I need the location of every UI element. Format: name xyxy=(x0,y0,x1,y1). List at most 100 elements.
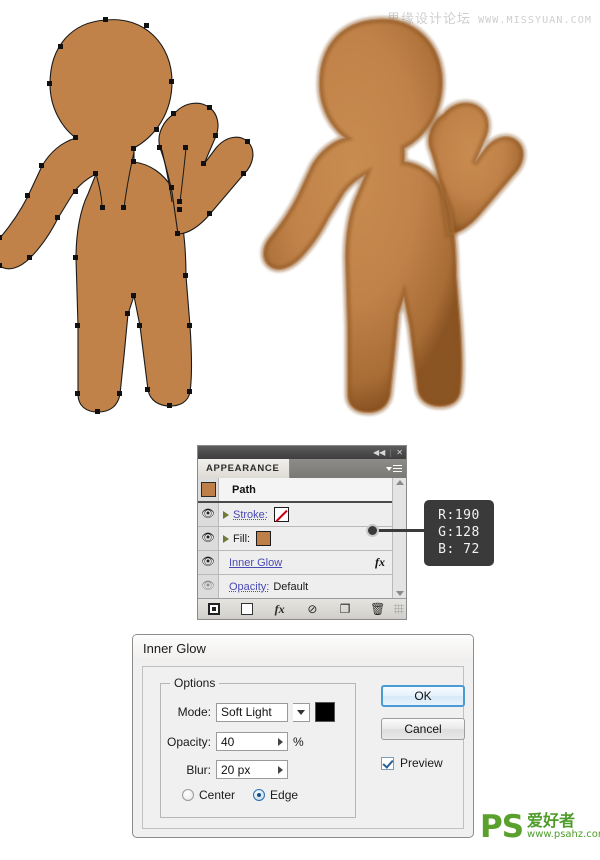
appearance-row-path[interactable]: Path xyxy=(198,478,392,503)
stroke-disclosure-triangle-icon[interactable] xyxy=(223,510,229,519)
titlebar-divider xyxy=(390,448,392,457)
fx-icon: fx xyxy=(274,601,285,616)
ok-button-label: OK xyxy=(414,689,432,703)
mode-selected-value: Soft Light xyxy=(221,705,272,719)
stroke-label[interactable]: Stroke: xyxy=(233,509,268,521)
panel-tab-row: APPEARANCE xyxy=(198,459,406,478)
panel-titlebar: ◀◀ ✕ xyxy=(198,446,406,459)
stroke-none-swatch[interactable] xyxy=(273,507,289,522)
appearance-row-stroke[interactable]: 👁 Stroke: xyxy=(198,503,392,527)
mode-label: Mode: xyxy=(177,705,211,719)
duplicate-selected-item-button[interactable]: ❐ xyxy=(329,599,362,619)
fill-color-swatch[interactable] xyxy=(256,531,272,546)
inner-glow-visibility-toggle[interactable]: 👁 xyxy=(198,551,219,574)
no-symbol-icon: ⊘ xyxy=(307,602,318,616)
dialog-title: Inner Glow xyxy=(143,640,206,656)
opacity-value: Default xyxy=(273,580,309,593)
cancel-button-label: Cancel xyxy=(404,722,442,736)
opacity-label: Opacity: xyxy=(167,734,212,749)
inner-glow-label[interactable]: Inner Glow xyxy=(223,557,282,569)
panel-body: Path 👁 Stroke: 👁 Fill: 👁 Inner Glow fx 👁… xyxy=(198,478,406,598)
callout-connector-line xyxy=(373,529,427,532)
close-icon[interactable]: ✕ xyxy=(396,448,403,457)
appearance-row-inner-glow[interactable]: 👁 Inner Glow fx xyxy=(198,551,392,575)
appearance-row-fill[interactable]: 👁 Fill: xyxy=(198,527,392,551)
panel-menu-icon[interactable] xyxy=(386,464,402,473)
illustration-area xyxy=(0,0,600,440)
blur-label: Blur: xyxy=(186,762,211,777)
opacity-label[interactable]: Opacity: xyxy=(223,581,269,593)
clear-appearance-button[interactable] xyxy=(231,599,264,619)
mode-select[interactable]: Soft Light xyxy=(216,702,288,722)
collapse-icon[interactable]: ◀◀ xyxy=(373,448,385,457)
fx-icon[interactable]: fx xyxy=(375,555,385,570)
eye-icon: 👁 xyxy=(201,508,215,520)
mode-dropdown-button[interactable] xyxy=(293,702,310,722)
inner-glow-row-content: Inner Glow fx xyxy=(219,555,392,570)
path-thumbnail xyxy=(198,478,219,501)
fill-disclosure-triangle-icon[interactable] xyxy=(223,534,229,543)
eye-icon: 👁 xyxy=(201,580,215,592)
trash-icon: 🗑 xyxy=(370,602,386,616)
opacity-row-content: Opacity: Default xyxy=(219,581,392,593)
reduce-to-basic-appearance-button[interactable]: ⊘ xyxy=(296,599,329,619)
left-figure-outline xyxy=(0,17,254,414)
radio-center[interactable]: Center xyxy=(182,788,235,802)
duplicate-icon: ❐ xyxy=(339,602,351,616)
add-new-effect-button[interactable]: fx xyxy=(263,599,296,619)
rgb-red-value: R:190 xyxy=(438,508,480,523)
radio-center-dot-icon xyxy=(182,789,194,801)
new-art-has-basic-appearance-button[interactable] xyxy=(198,599,231,619)
callout-anchor-dot xyxy=(366,524,379,537)
appearance-row-opacity[interactable]: 👁 Opacity: Default xyxy=(198,575,392,598)
blur-input[interactable]: 20 px xyxy=(216,760,288,779)
blur-field-row: Blur: 20 px xyxy=(167,760,288,779)
blur-stepper-icon[interactable] xyxy=(278,765,283,774)
radio-edge[interactable]: Edge xyxy=(253,788,298,802)
radio-edge-label: Edge xyxy=(270,788,299,802)
dialog-titlebar: Inner Glow xyxy=(133,635,473,661)
scroll-up-arrow-icon[interactable] xyxy=(395,480,404,485)
glow-color-swatch[interactable] xyxy=(315,702,335,722)
radio-center-label: Center xyxy=(199,788,236,802)
psahz-logo: PS 爱好者 www.psahz.com xyxy=(480,809,600,845)
delete-selected-item-button[interactable]: 🗑 xyxy=(361,599,394,619)
ps-logo-cn-text: 爱好者 xyxy=(527,811,576,830)
path-thumbnail-swatch xyxy=(200,482,216,497)
inner-glow-dialog[interactable]: Inner Glow Options Mode: Soft Light Opac… xyxy=(132,634,474,838)
eye-icon: 👁 xyxy=(201,556,215,568)
path-label: Path xyxy=(232,483,256,496)
tab-appearance[interactable]: APPEARANCE xyxy=(198,459,290,478)
radio-edge-dot-icon xyxy=(253,789,266,801)
blur-value: 20 px xyxy=(221,762,251,777)
fill-visibility-toggle[interactable]: 👁 xyxy=(198,527,219,550)
dialog-content: Options Mode: Soft Light Opacity: 40 % B… xyxy=(142,666,465,829)
options-group: Options Mode: Soft Light Opacity: 40 % B… xyxy=(160,676,356,818)
rgb-blue-value: B: 72 xyxy=(438,542,480,557)
eye-icon: 👁 xyxy=(201,532,215,544)
panel-scrollbar[interactable] xyxy=(392,478,406,598)
opacity-visibility-toggle[interactable]: 👁 xyxy=(198,575,219,598)
opacity-input[interactable]: 40 xyxy=(216,732,288,751)
fill-label[interactable]: Fill: xyxy=(233,533,250,545)
preview-checkbox-row[interactable]: Preview xyxy=(381,756,443,770)
panel-tab-filler xyxy=(289,459,406,478)
ok-button[interactable]: OK xyxy=(381,685,465,707)
stroke-row-content: Stroke: xyxy=(219,507,392,522)
preview-label: Preview xyxy=(400,756,443,770)
panel-resize-grip[interactable] xyxy=(394,604,405,614)
chevron-down-icon xyxy=(297,709,305,715)
ps-logo-mark: PS xyxy=(480,809,524,845)
opacity-unit: % xyxy=(293,734,304,749)
panel-footer-toolbar: fx ⊘ ❐ 🗑 xyxy=(198,598,406,619)
empty-square-icon xyxy=(241,603,253,615)
appearance-rows: Path 👁 Stroke: 👁 Fill: 👁 Inner Glow fx 👁… xyxy=(198,478,392,598)
stroke-visibility-toggle[interactable]: 👁 xyxy=(198,503,219,526)
rgb-callout-box: R:190 G:128 B: 72 xyxy=(424,500,494,566)
cancel-button[interactable]: Cancel xyxy=(381,718,465,740)
opacity-value: 40 xyxy=(221,734,235,749)
path-row-content: Path xyxy=(219,484,392,496)
opacity-stepper-icon[interactable] xyxy=(278,737,283,746)
preview-checkbox[interactable] xyxy=(381,756,394,770)
scroll-down-arrow-icon[interactable] xyxy=(395,591,404,596)
